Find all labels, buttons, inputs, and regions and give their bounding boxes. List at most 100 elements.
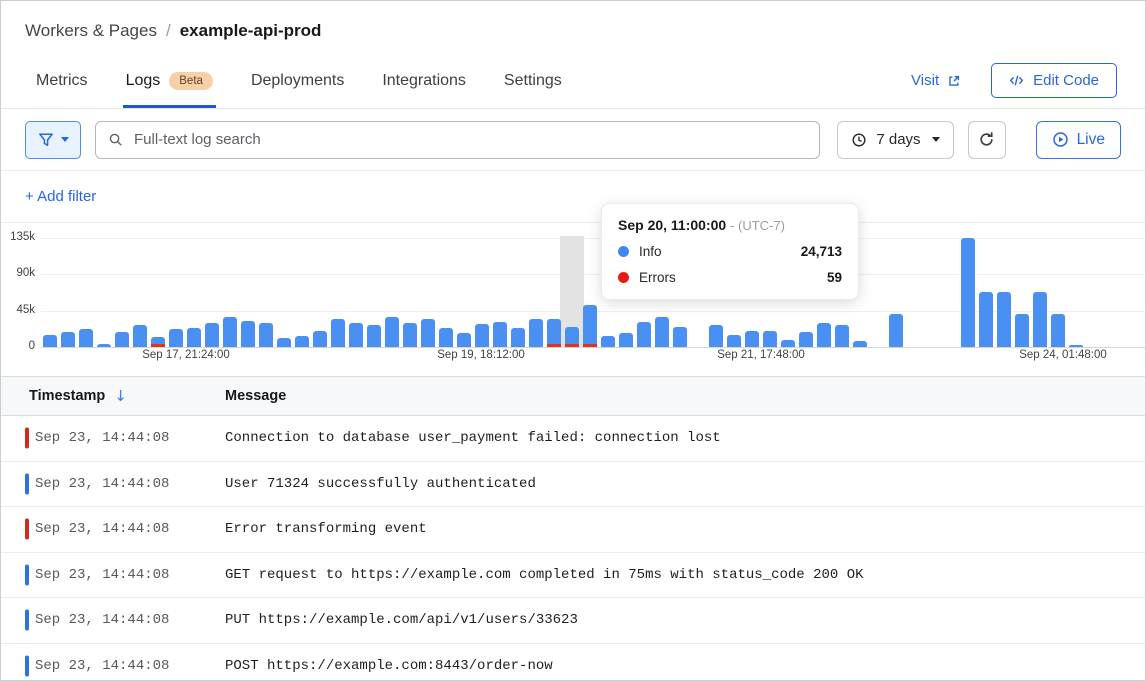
severity-indicator-info (25, 610, 29, 631)
chart-bar[interactable] (403, 323, 417, 347)
tab-label: Logs (126, 72, 161, 90)
chart-bar[interactable] (385, 317, 399, 347)
chart-bar[interactable] (565, 327, 579, 347)
chart-bar[interactable] (709, 325, 723, 347)
refresh-button[interactable] (968, 121, 1006, 159)
tab-settings[interactable]: Settings (504, 53, 562, 108)
chart-bar[interactable] (457, 333, 471, 347)
breadcrumb-section[interactable]: Workers & Pages (25, 21, 157, 41)
live-button[interactable]: Live (1036, 121, 1121, 159)
add-filter-link[interactable]: + Add filter (25, 188, 96, 205)
chart-bar[interactable] (475, 324, 489, 347)
chart-bar[interactable] (493, 322, 507, 347)
refresh-icon (978, 131, 995, 148)
chart-bar[interactable] (187, 328, 201, 347)
chart-bar[interactable] (295, 336, 309, 347)
chart-bar[interactable] (439, 328, 453, 347)
chart-bar[interactable] (817, 323, 831, 347)
chart-bar[interactable] (745, 331, 759, 347)
series-label: Errors (639, 270, 676, 285)
chart-bar[interactable] (727, 335, 741, 347)
y-axis-label: 135k (1, 231, 35, 243)
chart-bar[interactable] (169, 329, 183, 347)
log-timestamp: Sep 23, 14:44:08 (35, 567, 225, 583)
chart-bar[interactable] (1069, 345, 1083, 347)
topbar: Workers & Pages / example-api-prod (1, 1, 1145, 53)
chart-bar[interactable] (889, 314, 903, 347)
chart-bar[interactable] (835, 325, 849, 347)
search-input[interactable] (132, 130, 807, 149)
workers-logs-page: Workers & Pages / example-api-prod Metri… (0, 0, 1146, 681)
chart-bar[interactable] (529, 319, 543, 347)
chart-bar[interactable] (763, 331, 777, 347)
header-actions: Visit Edit Code (911, 63, 1117, 98)
tab-deployments[interactable]: Deployments (251, 53, 344, 108)
chart-bar[interactable] (367, 325, 381, 347)
search-box (95, 121, 820, 159)
chart-bar[interactable] (619, 333, 633, 347)
column-header-message: Message (225, 388, 286, 404)
visit-link[interactable]: Visit (911, 72, 961, 89)
severity-indicator-error (25, 428, 29, 449)
chart-bar[interactable] (331, 319, 345, 347)
log-timestamp: Sep 23, 14:44:08 (35, 658, 225, 674)
log-row[interactable]: Sep 23, 14:44:08User 71324 successfully … (1, 462, 1145, 508)
chart-bar[interactable] (1033, 292, 1047, 347)
chart-bar[interactable] (277, 338, 291, 347)
tab-metrics[interactable]: Metrics (36, 53, 88, 108)
chart-bar[interactable] (61, 332, 75, 347)
chart-bar[interactable] (961, 238, 975, 347)
time-range-button[interactable]: 7 days (837, 121, 953, 159)
add-filter-row: + Add filter (1, 171, 1145, 223)
chart-bar[interactable] (313, 331, 327, 347)
chart-bar[interactable] (1051, 314, 1065, 347)
chart-bar[interactable] (997, 292, 1011, 347)
chart-bar[interactable] (43, 335, 57, 347)
chart-bar[interactable] (511, 328, 525, 347)
tooltip-title: Sep 20, 11:00:00 - (UTC-7) (618, 217, 842, 233)
chart-bar[interactable] (151, 337, 165, 347)
chevron-down-icon (61, 137, 69, 142)
gridline (41, 347, 1145, 348)
log-table: Timestamp ↓ Message Sep 23, 14:44:08Conn… (1, 376, 1145, 681)
chart-bar[interactable] (349, 323, 363, 347)
chart-bar[interactable] (1015, 314, 1029, 347)
tab-integrations[interactable]: Integrations (382, 53, 466, 108)
chart-bar[interactable] (115, 332, 129, 347)
filter-button[interactable] (25, 121, 81, 159)
chart-bar[interactable] (601, 336, 615, 347)
log-row[interactable]: Sep 23, 14:44:08GET request to https://e… (1, 553, 1145, 599)
log-row[interactable]: Sep 23, 14:44:08PUT https://example.com/… (1, 598, 1145, 644)
severity-indicator-info (25, 473, 29, 494)
chart-bar[interactable] (637, 322, 651, 347)
tab-logs[interactable]: LogsBeta (126, 53, 213, 108)
chart-bar[interactable] (241, 321, 255, 347)
log-message: User 71324 successfully authenticated (225, 476, 536, 492)
chart-bar[interactable] (97, 344, 111, 347)
chart-bar[interactable] (421, 319, 435, 347)
chart-bar[interactable] (655, 317, 669, 347)
chart-bar[interactable] (853, 341, 867, 347)
chart-tooltip: Sep 20, 11:00:00 - (UTC-7) Info24,713Err… (601, 203, 859, 300)
log-row[interactable]: Sep 23, 14:44:08Connection to database u… (1, 416, 1145, 462)
series-value: 24,713 (801, 244, 842, 259)
column-header-timestamp[interactable]: Timestamp ↓ (29, 387, 225, 405)
filter-toolbar: 7 days Live (1, 109, 1145, 171)
chart-bar[interactable] (133, 325, 147, 347)
chart-bar[interactable] (979, 292, 993, 347)
chart-bar[interactable] (223, 317, 237, 347)
chart-bar[interactable] (205, 323, 219, 347)
log-row[interactable]: Sep 23, 14:44:08POST https://example.com… (1, 644, 1145, 681)
chart-bar[interactable] (547, 319, 561, 347)
chart-bar[interactable] (259, 323, 273, 347)
chart-bar[interactable] (79, 329, 93, 347)
x-axis-label: Sep 17, 21:24:00 (142, 349, 230, 361)
chart-bar[interactable] (673, 327, 687, 347)
series-color-dot (618, 272, 629, 283)
chart-bar[interactable] (781, 340, 795, 347)
chart-bar[interactable] (799, 332, 813, 347)
chart-bar[interactable] (583, 305, 597, 347)
edit-code-button[interactable]: Edit Code (991, 63, 1117, 98)
log-row[interactable]: Sep 23, 14:44:08Error transforming event (1, 507, 1145, 553)
tooltip-series-row: Errors59 (618, 270, 842, 285)
